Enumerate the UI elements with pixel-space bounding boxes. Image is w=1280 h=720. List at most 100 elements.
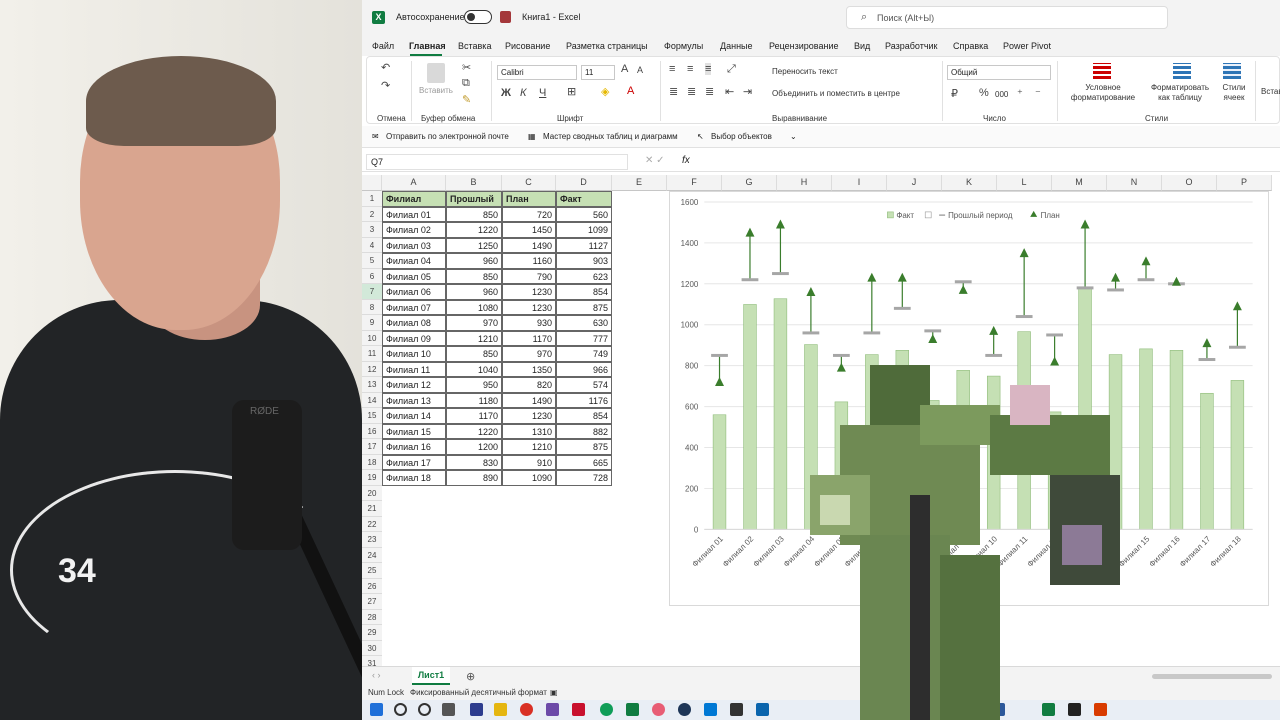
format-as-table-icon[interactable] — [1173, 63, 1191, 79]
row-header[interactable]: 11 — [362, 346, 382, 362]
table-cell[interactable]: 1230 — [502, 408, 556, 424]
table-cell[interactable]: Филиал 06 — [382, 284, 446, 300]
paste-button[interactable]: Вставить — [419, 86, 453, 95]
align-middle-icon[interactable]: ≡ — [687, 63, 693, 75]
wrap-text-button[interactable]: Переносить текст — [772, 67, 838, 76]
table-cell[interactable]: Филиал 07 — [382, 299, 446, 315]
outlook-icon[interactable] — [756, 703, 769, 716]
row-header[interactable]: 29 — [362, 625, 382, 641]
column-header[interactable]: P — [1217, 175, 1272, 191]
select-all-corner[interactable] — [362, 175, 382, 191]
table-cell[interactable]: 1310 — [502, 423, 556, 439]
table-cell[interactable]: 790 — [502, 268, 556, 284]
cell-styles-button[interactable]: Стили ячеек — [1219, 83, 1249, 103]
row-header[interactable]: 14 — [362, 392, 382, 408]
table-cell[interactable]: 1180 — [446, 392, 502, 408]
tab-data[interactable]: Данные — [720, 41, 753, 51]
row-header[interactable]: 20 — [362, 485, 382, 501]
column-header[interactable]: K — [942, 175, 997, 191]
column-header[interactable]: G — [722, 175, 777, 191]
table-cell[interactable]: 890 — [446, 470, 502, 486]
task-view-icon[interactable] — [442, 703, 455, 716]
table-cell[interactable]: 1210 — [502, 439, 556, 455]
row-header[interactable]: 16 — [362, 423, 382, 439]
borders-icon[interactable]: ⊞ — [567, 85, 576, 98]
table-cell[interactable]: 970 — [502, 346, 556, 362]
row-header[interactable]: 17 — [362, 439, 382, 455]
font-size-select[interactable]: 11 — [581, 65, 615, 80]
app-icon[interactable] — [652, 703, 665, 716]
row-header[interactable]: 24 — [362, 547, 382, 563]
table-cell[interactable]: 850 — [446, 268, 502, 284]
edge-icon[interactable] — [600, 703, 613, 716]
row-header[interactable]: 26 — [362, 578, 382, 594]
tab-file[interactable]: Файл — [372, 41, 394, 51]
decrease-indent-icon[interactable]: ⇤ — [725, 85, 734, 98]
table-cell[interactable]: Филиал 03 — [382, 237, 446, 253]
table-cell[interactable]: 850 — [446, 206, 502, 222]
table-cell[interactable]: 1220 — [446, 222, 502, 238]
row-header[interactable]: 21 — [362, 501, 382, 517]
increase-indent-icon[interactable]: ⇥ — [743, 85, 752, 98]
table-cell[interactable]: 665 — [556, 454, 612, 470]
table-cell[interactable]: Филиал 08 — [382, 315, 446, 331]
table-cell[interactable]: 630 — [556, 315, 612, 331]
name-box[interactable]: Q7 — [366, 154, 628, 170]
row-header[interactable]: 3 — [362, 222, 382, 238]
tab-help[interactable]: Справка — [953, 41, 988, 51]
align-center-icon[interactable]: ≣ — [687, 85, 696, 98]
app-icon[interactable] — [546, 703, 559, 716]
table-cell[interactable]: Филиал 01 — [382, 206, 446, 222]
table-cell[interactable]: 1250 — [446, 237, 502, 253]
row-header[interactable]: 7 — [362, 284, 382, 300]
merge-center-button[interactable]: Объединить и поместить в центре — [772, 89, 900, 98]
row-header[interactable]: 10 — [362, 330, 382, 346]
table-cell[interactable]: 1490 — [502, 392, 556, 408]
tab-draw[interactable]: Рисование — [505, 41, 550, 51]
table-cell[interactable]: 1200 — [446, 439, 502, 455]
macro-record-icon[interactable]: ▣ — [550, 688, 558, 697]
row-header[interactable]: 22 — [362, 516, 382, 532]
row-header[interactable]: 2 — [362, 206, 382, 222]
row-header[interactable]: 4 — [362, 237, 382, 253]
customize-toolbar-icon[interactable]: ⌄ — [790, 132, 797, 141]
table-cell[interactable]: 1099 — [556, 222, 612, 238]
column-header[interactable]: H — [777, 175, 832, 191]
table-cell[interactable]: 830 — [446, 454, 502, 470]
row-header[interactable]: 19 — [362, 470, 382, 486]
italic-button[interactable]: К — [520, 87, 526, 99]
font-name-select[interactable]: Calibri — [497, 65, 577, 80]
select-objects-button[interactable]: Выбор объектов — [711, 132, 772, 141]
increase-decimal-icon[interactable]: ⁺ — [1017, 87, 1023, 100]
insert-button[interactable]: Встав — [1261, 87, 1280, 96]
table-cell[interactable]: 850 — [446, 346, 502, 362]
redo-icon[interactable]: ↷ — [381, 79, 390, 92]
table-header-cell[interactable]: Факт — [556, 191, 612, 207]
row-header[interactable]: 12 — [362, 361, 382, 377]
row-header[interactable]: 15 — [362, 408, 382, 424]
table-cell[interactable]: 623 — [556, 268, 612, 284]
add-sheet-icon[interactable]: ⊕ — [466, 670, 475, 683]
table-cell[interactable]: 854 — [556, 284, 612, 300]
decrease-decimal-icon[interactable]: ⁻ — [1035, 87, 1041, 100]
row-header[interactable]: 23 — [362, 532, 382, 548]
row-header[interactable]: 13 — [362, 377, 382, 393]
row-header[interactable]: 1 — [362, 191, 382, 207]
pivot-wizard-button[interactable]: Мастер сводных таблиц и диаграмм — [543, 132, 678, 141]
sheet-tab[interactable]: Лист1 — [412, 667, 450, 685]
table-cell[interactable]: 930 — [502, 315, 556, 331]
tab-power-pivot[interactable]: Power Pivot — [1003, 41, 1051, 51]
table-cell[interactable]: Филиал 12 — [382, 377, 446, 393]
table-cell[interactable]: Филиал 15 — [382, 423, 446, 439]
column-header[interactable]: A — [382, 175, 446, 191]
save-icon[interactable] — [500, 11, 511, 23]
app-icon[interactable] — [678, 703, 691, 716]
column-header[interactable]: C — [502, 175, 556, 191]
align-bottom-icon[interactable]: ≡ — [705, 63, 712, 75]
table-cell[interactable]: 903 — [556, 253, 612, 269]
table-cell[interactable]: 720 — [502, 206, 556, 222]
column-header[interactable]: I — [832, 175, 887, 191]
tab-home[interactable]: Главная — [409, 41, 446, 51]
table-cell[interactable]: 1450 — [502, 222, 556, 238]
row-header[interactable]: 9 — [362, 315, 382, 331]
